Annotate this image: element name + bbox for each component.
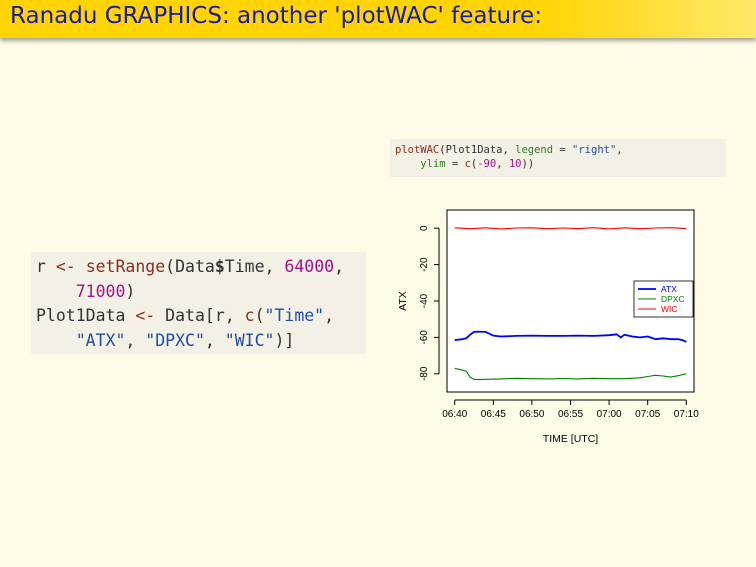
x-tick-label: 06:40 [442, 409, 467, 420]
code-token: , [616, 144, 623, 156]
code-token: r [36, 257, 46, 276]
x-tick-label: 07:05 [635, 409, 660, 420]
code-token: <- [135, 306, 156, 325]
code-token: )) [521, 157, 535, 170]
code-token: , [264, 257, 285, 276]
code-line-2: ylim = c(-90, 10)) [395, 158, 726, 172]
x-tick-label: 07:10 [674, 409, 699, 420]
code-line-2: 71000) [36, 280, 366, 305]
code-token: , [496, 157, 509, 170]
code-token: )] [274, 330, 295, 350]
x-axis-label: TIME [UTC] [543, 433, 598, 445]
code-token: Plot1Data [36, 306, 126, 325]
x-tick-label: 06:55 [558, 409, 583, 420]
code-token: c [244, 306, 255, 325]
code-token: <- [55, 257, 76, 276]
code-token: "right" [572, 144, 617, 156]
legend-label-atx: ATX [661, 284, 677, 294]
x-tick-label: 07:00 [597, 409, 622, 420]
y-tick-label: -80 [419, 366, 430, 381]
code-line-1: plotWAC(Plot1Data, legend = "right", [395, 144, 726, 158]
code-token: "DPXC" [145, 330, 205, 350]
legend: ATXDPXCWIC [633, 280, 694, 318]
legend-label-dpxc: DPXC [661, 294, 685, 304]
slide-title-bar: Ranadu GRAPHICS: another 'plotWAC' featu… [0, 0, 756, 38]
code-token: , [324, 306, 335, 325]
y-tick-label: -20 [419, 257, 430, 272]
code-token: 64000 [284, 257, 335, 276]
code-block-plotwac: plotWAC(Plot1Data, legend = "right", yli… [390, 139, 726, 177]
slide-title: Ranadu GRAPHICS: another 'plotWAC' featu… [10, 3, 542, 29]
code-token: legend [515, 144, 554, 156]
y-tick-label: -60 [419, 330, 430, 345]
code-token: setRange [85, 257, 166, 276]
y-tick-label: -40 [419, 293, 430, 308]
y-tick-label: 0 [419, 225, 430, 231]
code-token: ) [125, 281, 136, 301]
code-token: , [334, 257, 345, 276]
code-token: -90 [477, 157, 497, 170]
code-token: 71000 [75, 281, 126, 301]
code-block-setrange: r <- setRange(Data$Time, 64000, 71000) Pl… [31, 252, 366, 354]
x-tick-label: 06:45 [481, 409, 506, 420]
code-token: (Plot1Data, [439, 144, 516, 156]
code-token: = [553, 144, 573, 156]
legend-label-wic: WIC [661, 304, 678, 314]
code-token: "Time" [264, 306, 325, 325]
code-line-4: "ATX", "DPXC", "WIC")] [36, 329, 366, 354]
code-token: , [204, 330, 225, 350]
code-token: = [445, 157, 465, 170]
y-axis-label: ATX [397, 291, 409, 311]
code-token: ylim [420, 157, 446, 170]
code-token: Data[r, [165, 306, 245, 325]
code-token: plotWAC [395, 144, 440, 156]
code-token: Data [175, 257, 215, 276]
atx-time-series-chart: 06:40 06:45 06:50 06:55 07:00 07:05 07:10 0 -20 -… [397, 209, 699, 445]
code-token: Time [224, 257, 265, 276]
code-token: "WIC" [224, 330, 275, 350]
code-token: "ATX" [75, 330, 126, 350]
code-token: , [125, 330, 146, 350]
code-token: ( [254, 306, 265, 325]
code-token: 10 [508, 157, 522, 170]
code-line-3: Plot1Data <- Data[r, c("Time", [36, 304, 366, 329]
code-line-1: r <- setRange(Data$Time, 64000, [36, 257, 345, 276]
x-tick-label: 06:50 [519, 409, 544, 420]
code-token: $ [214, 257, 225, 276]
